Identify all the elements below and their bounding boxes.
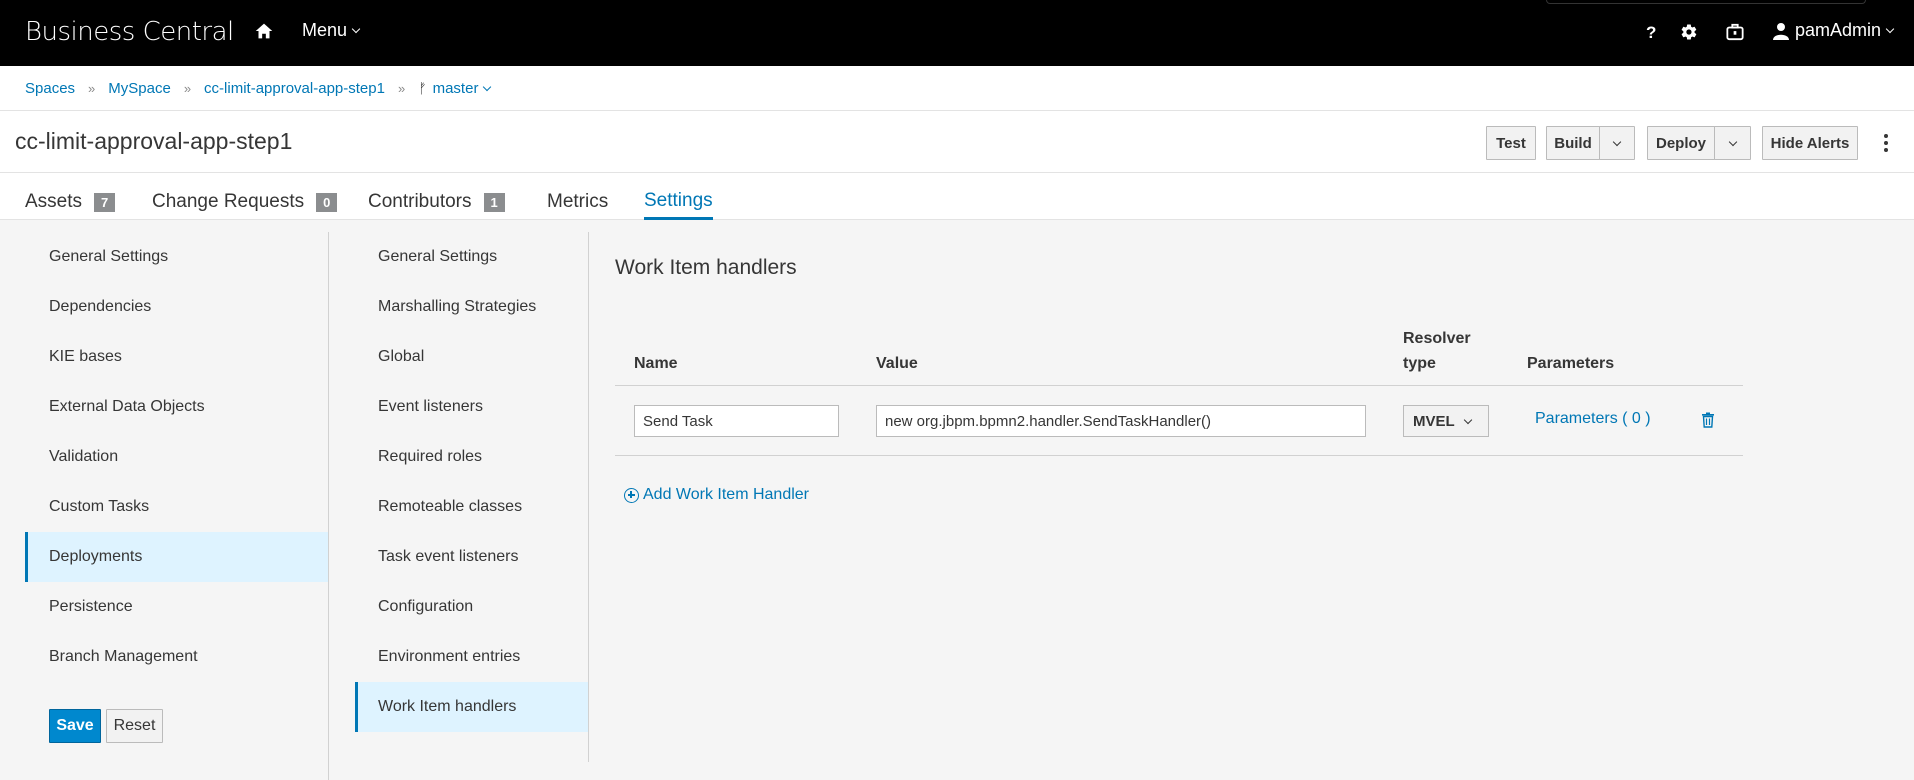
sidebar-item-kie-bases[interactable]: KIE bases [25,332,328,382]
svg-text:?: ? [1646,23,1656,41]
column-header-resolver-line1: Resolver [1403,330,1471,347]
column-header-resolver-line2: type [1403,355,1436,372]
gear-icon[interactable] [1677,20,1701,44]
deploy-button[interactable]: Deploy [1647,126,1715,160]
build-button[interactable]: Build [1546,126,1600,160]
sidebar-item-branch-management[interactable]: Branch Management [25,632,328,682]
subnav-item-task-event-listeners[interactable]: Task event listeners [355,532,588,582]
trash-icon[interactable] [1701,412,1715,428]
chevron-down-icon [1612,137,1622,146]
sidebar-item-dependencies[interactable]: Dependencies [25,282,328,332]
chevron-down-icon [1463,415,1472,424]
settings-sidebar: General Settings Dependencies KIE bases … [25,232,328,682]
chevron-down-icon [1728,137,1737,146]
tab-metrics[interactable]: Metrics [547,184,608,220]
count-badge: 7 [94,192,116,212]
branch-label: master [432,79,479,97]
menu-label: Menu [302,20,348,40]
subnav-item-general-settings[interactable]: General Settings [355,232,588,282]
column-header-name: Name [634,355,678,372]
kebab-menu-icon[interactable] [1878,131,1894,155]
sidebar-item-persistence[interactable]: Persistence [25,582,328,632]
chevron-down-icon [1885,24,1895,34]
sidebar-item-custom-tasks[interactable]: Custom Tasks [25,482,328,532]
code-branch-icon: ᚠ [418,80,427,96]
subnav-item-global[interactable]: Global [355,332,588,382]
user-menu[interactable]: pamAdmin [1773,20,1895,41]
deployments-subnav: General Settings Marshalling Strategies … [355,232,588,732]
tab-change-requests[interactable]: Change Requests 0 [152,184,338,220]
table-header: Name Value Resolver type Parameters [615,320,1743,386]
build-dropdown-toggle[interactable] [1599,126,1635,160]
subnav-item-marshalling-strategies[interactable]: Marshalling Strategies [355,282,588,332]
sidebar-item-external-data-objects[interactable]: External Data Objects [25,382,328,432]
count-badge: 1 [483,192,505,212]
tab-label: Metrics [547,191,609,212]
subnav-item-remoteable-classes[interactable]: Remoteable classes [355,482,588,532]
top-navbar: Business Central Menu ? pamAdmin [0,0,1914,66]
topbar-strip [1546,0,1866,4]
brand-logo[interactable]: Business Central [25,17,234,47]
count-badge: 0 [316,192,338,212]
resolver-type-select[interactable]: MVEL [1403,405,1489,437]
subnav-item-environment-entries[interactable]: Environment entries [355,632,588,682]
sidebar-item-validation[interactable]: Validation [25,432,328,482]
add-work-item-handler-label: Add Work Item Handler [643,486,809,503]
subnav-item-required-roles[interactable]: Required roles [355,432,588,482]
sidebar-item-general-settings[interactable]: General Settings [25,232,328,282]
breadcrumb-separator-icon: » [397,80,406,96]
column-header-parameters: Parameters [1527,355,1615,372]
project-tabs: Assets 7 Change Requests 0 Contributors … [0,173,1914,220]
page-title: cc-limit-approval-app-step1 [15,128,293,154]
subnav-item-configuration[interactable]: Configuration [355,582,588,632]
hide-alerts-button[interactable]: Hide Alerts [1762,126,1858,160]
briefcase-icon[interactable] [1723,20,1747,44]
sidebar-item-deployments[interactable]: Deployments [25,532,328,582]
tab-label: Contributors [368,191,472,212]
handler-value-field[interactable]: new org.jbpm.bpmn2.handler.SendTaskHandl… [876,405,1366,437]
add-work-item-handler-link[interactable]: Add Work Item Handler [624,486,809,504]
home-icon[interactable] [253,20,275,42]
username: pamAdmin [1795,20,1882,40]
chevron-down-icon [351,24,361,34]
user-icon [1773,22,1789,40]
sidebar-divider [328,232,329,780]
subnav-divider [588,232,589,762]
menu-dropdown[interactable]: Menu [302,20,361,41]
subnav-item-event-listeners[interactable]: Event listeners [355,382,588,432]
plus-circle-icon [624,487,639,503]
breadcrumb-separator-icon: » [88,80,96,96]
column-header-resolver-type: Resolver type [1403,326,1471,376]
breadcrumb-space[interactable]: MySpace [108,80,171,97]
breadcrumb-separator-icon: » [183,80,192,96]
deploy-dropdown-toggle[interactable] [1714,126,1751,160]
branch-selector[interactable]: ᚠ master [418,79,492,97]
help-icon[interactable]: ? [1639,20,1663,44]
breadcrumb: Spaces » MySpace » cc-limit-approval-app… [0,66,1914,111]
breadcrumb-project[interactable]: cc-limit-approval-app-step1 [204,80,385,97]
tab-assets[interactable]: Assets 7 [25,184,116,220]
tab-label: Change Requests [152,191,305,212]
tab-contributors[interactable]: Contributors 1 [368,184,505,220]
handler-name-field[interactable]: Send Task [634,405,839,437]
tab-label: Settings [644,189,713,211]
tab-settings[interactable]: Settings [644,184,713,220]
chevron-down-icon [483,82,492,91]
save-button[interactable]: Save [49,709,101,743]
tab-label: Assets [25,191,83,212]
subnav-item-work-item-handlers[interactable]: Work Item handlers [355,682,588,732]
parameters-link[interactable]: Parameters ( 0 ) [1535,410,1651,428]
section-title: Work Item handlers [615,256,797,279]
reset-button[interactable]: Reset [106,709,163,743]
resolver-type-value: MVEL [1413,412,1455,430]
breadcrumb-spaces[interactable]: Spaces [25,80,75,97]
column-header-value: Value [876,355,918,372]
test-button[interactable]: Test [1486,126,1536,160]
